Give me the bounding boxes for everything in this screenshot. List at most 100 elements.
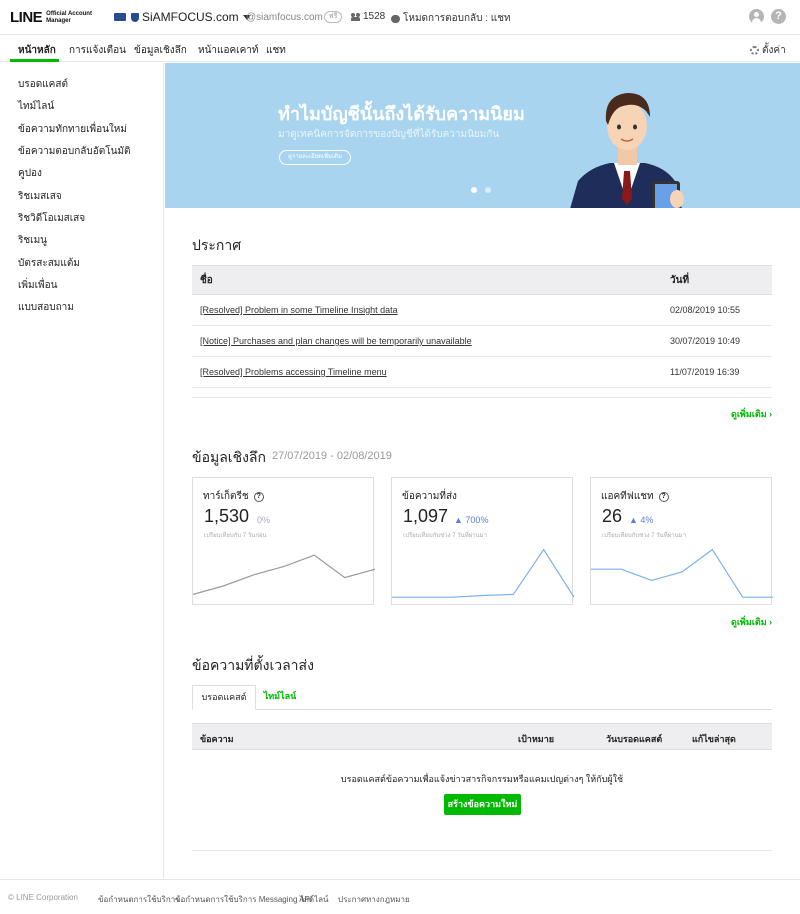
column-header-date: วันที่ (662, 265, 772, 295)
column-header-last-edited: แก้ไขล่าสุด (692, 734, 736, 744)
footer: © LINE Corporation ข้อกำหนดการใช้บริการ … (0, 879, 800, 914)
scheduled-heading: ข้อความที่ตั้งเวลาส่ง (192, 657, 314, 673)
footer-link-legal[interactable]: ประกาศทางกฎหมาย (338, 893, 410, 906)
plan-badge: ฟรี (324, 11, 342, 23)
account-thumbnail (114, 13, 126, 21)
sidebar-item-rich-message[interactable]: ริชเมสเสจ (18, 189, 62, 204)
account-switcher[interactable]: SiAMFOCUS.com (114, 10, 251, 24)
trend-sparkline (591, 548, 773, 598)
trend-sparkline (193, 554, 375, 595)
tab-chat[interactable]: แชท (266, 43, 286, 58)
scheduled-table-header: ข้อความ เป้าหมาย วันบรอดแคสต์ แก้ไขล่าสุ… (192, 723, 772, 750)
verified-shield-icon (131, 12, 139, 22)
table-row: [Resolved] Problems accessing Timeline m… (192, 356, 772, 388)
carousel-dot[interactable] (485, 187, 491, 193)
help-circle-icon[interactable]: ? (658, 491, 669, 502)
sidebar-item-greeting[interactable]: ข้อความทักทายเพื่อนใหม่ (18, 122, 127, 137)
sidebar-item-broadcast[interactable]: บรอดแคสต์ (18, 77, 68, 92)
response-mode[interactable]: โหมดการตอบกลับ : แชท (391, 11, 511, 26)
sidebar-item-timeline[interactable]: ไทม์ไลน์ (18, 99, 54, 114)
settings-button[interactable]: ตั้งค่า (750, 43, 786, 58)
tab-timeline[interactable]: ไทม์ไลน์ (262, 685, 298, 710)
insights-more-link[interactable]: ดูเพิ่มเติม › (731, 615, 772, 629)
create-message-button[interactable]: สร้างข้อความใหม่ (444, 794, 521, 815)
table-row: [Resolved] Problem in some Timeline Insi… (192, 294, 772, 326)
logo-text: LINE (10, 9, 43, 26)
column-header-broadcast-date: วันบรอดแคสต์ (606, 734, 663, 744)
announcement-date: 30/07/2019 10:49 (662, 325, 772, 357)
scheduled-tabs: บรอดแคสต์ ไทม์ไลน์ (192, 685, 772, 710)
line-oa-logo[interactable]: LINE Official Account Manager (10, 9, 92, 26)
businessman-illustration (570, 93, 684, 208)
main-nav: หน้าหลัก การแจ้งเตือน ข้อมูลเชิงลึก หน้า… (0, 36, 800, 62)
card-change: ▲ 700% (454, 515, 489, 525)
sidebar-item-reward-card[interactable]: บัตรสะสมแต้ม (18, 256, 80, 271)
banner-subtitle: มาดูเทคนิคการจัดการของบัญชีที่ได้รับความ… (278, 129, 500, 140)
carousel-dot-active[interactable] (471, 187, 477, 193)
card-title: ข้อความที่ส่ง (402, 491, 457, 502)
insights-heading: ข้อมูลเชิงลึก (192, 449, 266, 465)
announcement-link[interactable]: [Notice] Purchases and plan changes will… (192, 325, 662, 357)
announcement-link[interactable]: [Resolved] Problems accessing Timeline m… (192, 356, 662, 388)
empty-state-message: บรอดแคสต์ข้อความเพื่อแจ้งข่าวสารกิจกรรมห… (340, 774, 624, 784)
insight-card-target-reach[interactable]: ทาร์เก็ตรีช? 1,530 0% เปรียบเทียบกับ 7 ว… (192, 477, 375, 605)
announcement-date: 11/07/2019 16:39 (662, 356, 772, 388)
card-value: 26 (602, 506, 623, 526)
help-icon[interactable]: ? (771, 9, 786, 24)
friend-count-value: 1528 (363, 11, 386, 22)
trend-line (193, 554, 375, 595)
divider (192, 850, 772, 851)
chat-bubble-icon (391, 14, 400, 23)
sidebar-item-auto-reply[interactable]: ข้อความตอบกลับอัตโนมัติ (18, 144, 131, 159)
friend-count: 1528 (351, 11, 385, 22)
column-header-message: ข้อความ (200, 734, 234, 744)
top-bar: LINE Official Account Manager SiAMFOCUS.… (0, 0, 800, 35)
sidebar-item-coupon[interactable]: คูปอง (18, 166, 42, 181)
tab-home[interactable]: หน้าหลัก (18, 43, 56, 58)
announcements-table: ชื่อ วันที่ [Resolved] Problem in some T… (192, 265, 772, 388)
insight-card-messages-sent[interactable]: ข้อความที่ส่ง 1,097 ▲ 700% เปรียบเทียบกั… (391, 477, 574, 605)
footer-link-terms[interactable]: ข้อกำหนดการใช้บริการ (98, 893, 180, 906)
promo-banner[interactable]: ทำไมบัญชีนั้นถึงได้รับความนิยม มาดูเทคนิ… (165, 63, 800, 208)
card-value: 1,530 (204, 506, 250, 526)
sidebar-item-rich-menu[interactable]: ริชเมนู (18, 233, 47, 248)
logo-subtext-line1: Official Account (46, 11, 92, 17)
tab-insights[interactable]: ข้อมูลเชิงลึก (134, 43, 187, 58)
sidebar-item-rich-video[interactable]: ริชวิดีโอเมสเสจ (18, 211, 85, 226)
card-value: 1,097 (403, 506, 449, 526)
column-header-title: ชื่อ (192, 265, 662, 295)
insight-card-active-chats[interactable]: แอคทีฟแชท? 26 ▲ 4% เปรียบเทียบกับช่วง 7 … (590, 477, 773, 605)
banner-details-button[interactable]: ดูรายละเอียดเพิ่มเติม (279, 150, 351, 165)
footer-link-guidelines[interactable]: ไกด์ไลน์ (300, 893, 328, 906)
tab-account-page[interactable]: หน้าแอคเคาท์ (198, 43, 259, 58)
card-change: ▲ 4% (629, 515, 654, 525)
friends-icon (351, 12, 360, 21)
banner-title: ทำไมบัญชีนั้นถึงได้รับความนิยม (278, 104, 525, 124)
announcements-heading: ประกาศ (192, 237, 242, 253)
card-title: แอคทีฟแชท (601, 491, 654, 502)
trend-sparkline (392, 548, 574, 598)
sidebar-item-survey[interactable]: แบบสอบถาม (18, 300, 74, 315)
copyright: © LINE Corporation (8, 893, 78, 902)
logo-subtext-line2: Manager (46, 17, 71, 24)
announcement-link[interactable]: [Resolved] Problem in some Timeline Insi… (192, 294, 662, 326)
table-row: [Notice] Purchases and plan changes will… (192, 325, 772, 357)
settings-label: ตั้งค่า (762, 45, 786, 56)
divider (192, 397, 772, 398)
account-id: @siamfocus.com (246, 12, 323, 23)
tab-notifications[interactable]: การแจ้งเตือน (69, 43, 126, 58)
account-name: SiAMFOCUS.com (142, 10, 239, 24)
tab-broadcast[interactable]: บรอดแคสต์ (192, 685, 256, 710)
active-tab-indicator (10, 59, 59, 62)
card-title: ทาร์เก็ตรีช (203, 491, 249, 502)
column-header-target: เป้าหมาย (518, 734, 555, 744)
response-mode-label: โหมดการตอบกลับ : แชท (403, 13, 511, 24)
gear-icon (750, 46, 759, 55)
footer-link-messaging-api-terms[interactable]: ข้อกำหนดการใช้บริการ Messaging API (175, 893, 312, 906)
announcements-more-link[interactable]: ดูเพิ่มเติม › (731, 407, 772, 421)
trend-line (591, 548, 773, 598)
insights-date-range: 27/07/2019 - 02/08/2019 (272, 450, 392, 462)
sidebar-item-add-friends[interactable]: เพิ่มเพื่อน (18, 278, 57, 293)
user-account-icon[interactable] (749, 9, 764, 24)
help-circle-icon[interactable]: ? (253, 491, 264, 502)
